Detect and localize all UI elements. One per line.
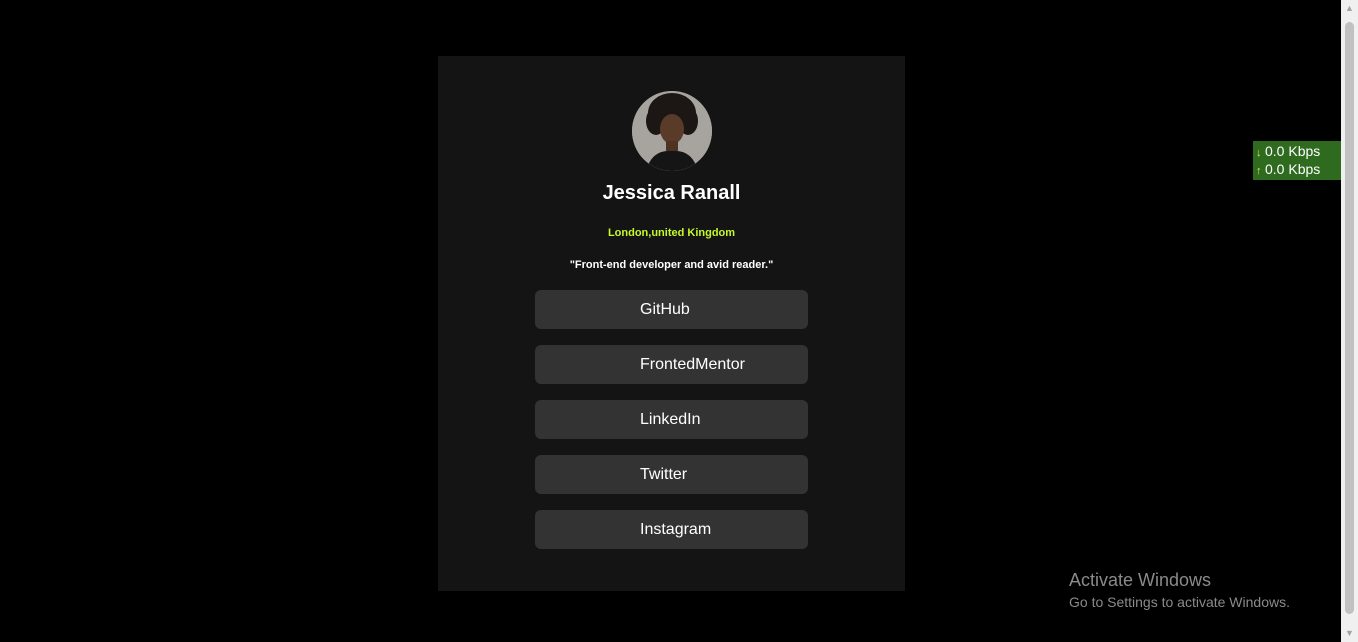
github-link-button[interactable]: GitHub [535,290,808,329]
instagram-link-button[interactable]: Instagram [535,510,808,549]
scroll-up-arrow-icon[interactable]: ▲ [1341,0,1358,17]
profile-name: Jessica Ranall [602,182,741,204]
upload-speed: 0.0 Kbps [1265,161,1321,177]
activate-windows-title: Activate Windows [1069,570,1212,590]
browser-viewport: Jessica Ranall London,united Kingdom "Fr… [0,0,1358,642]
vertical-scrollbar[interactable]: ▲ ▼ [1341,0,1358,642]
scroll-down-arrow-icon[interactable]: ▼ [1341,625,1358,642]
activate-windows-watermark: Activate Windows Go to Settings to activ… [1069,569,1290,613]
avatar [632,91,712,171]
profile-location: London,united Kingdom [607,227,736,239]
frontendmentor-link-button[interactable]: FrontedMentor [535,345,808,384]
download-speed: 0.0 Kbps [1265,143,1321,159]
profile-bio: "Front-end developer and avid reader." [569,259,774,271]
linkedin-link-button[interactable]: LinkedIn [535,400,808,439]
avatar-photo [632,91,712,171]
twitter-link-button[interactable]: Twitter [535,455,808,494]
activate-windows-subtitle: Go to Settings to activate Windows. [1069,594,1290,610]
scrollbar-thumb[interactable] [1345,22,1354,614]
upload-arrow-icon: ↑ [1256,165,1262,177]
upload-speed-row: ↑ 0.0 Kbps [1256,160,1320,178]
profile-card: Jessica Ranall London,united Kingdom "Fr… [438,56,905,591]
download-speed-row: ↓ 0.0 Kbps [1256,142,1320,160]
